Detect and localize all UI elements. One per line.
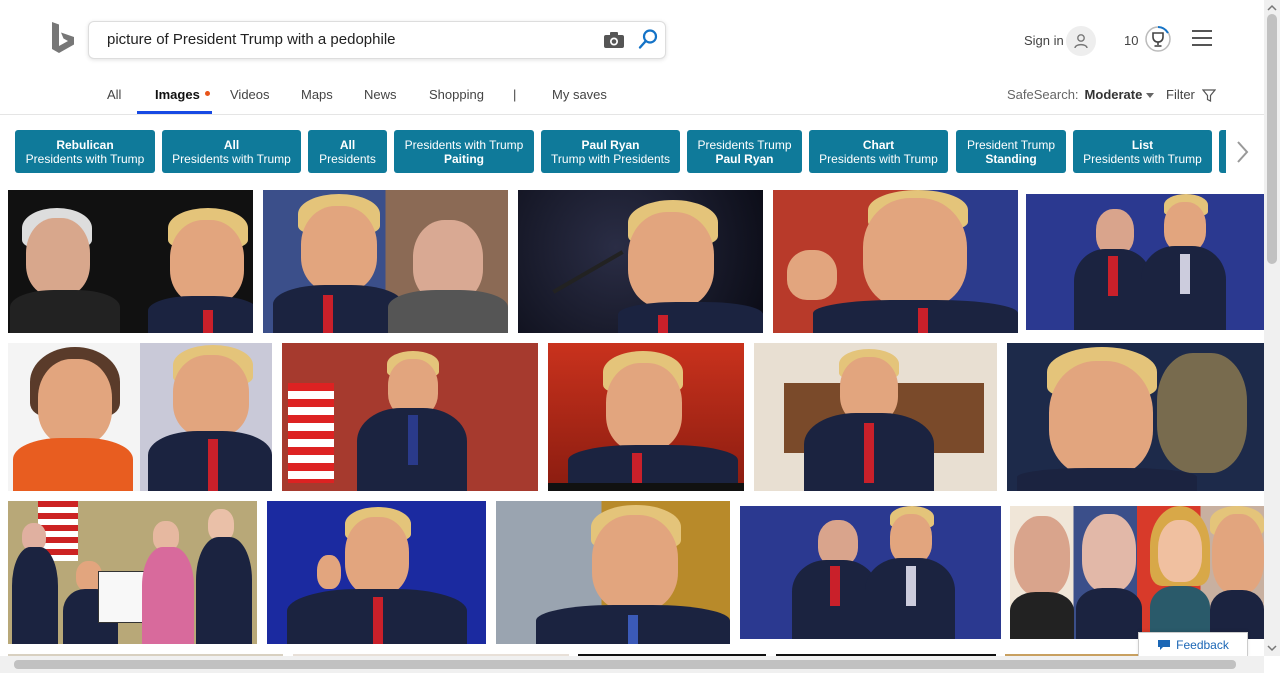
vertical-scrollbar-thumb[interactable] bbox=[1267, 14, 1277, 264]
image-result[interactable] bbox=[282, 343, 538, 491]
tab-my-saves[interactable]: My saves bbox=[552, 87, 607, 102]
filter-icon bbox=[1201, 89, 1216, 103]
image-result[interactable] bbox=[263, 190, 508, 333]
nav-divider: | bbox=[513, 87, 517, 102]
related-search-pill[interactable]: Presidents Trump Paul Ryan bbox=[687, 130, 802, 173]
image-result[interactable] bbox=[1007, 343, 1264, 491]
related-search-pill[interactable]: All Presidents bbox=[308, 130, 387, 173]
image-result[interactable] bbox=[496, 501, 730, 644]
camera-icon[interactable] bbox=[603, 30, 625, 50]
rewards-trophy-icon[interactable] bbox=[1144, 25, 1172, 53]
safesearch-dropdown[interactable]: SafeSearch: Moderate bbox=[1007, 87, 1155, 102]
pill-line2: Presidents with Trump bbox=[25, 151, 145, 166]
image-result[interactable] bbox=[518, 190, 763, 333]
tab-images[interactable]: Images bbox=[155, 87, 210, 102]
pill-line2: Presidents with Trump bbox=[819, 151, 938, 166]
related-searches: Rebulican Presidents with Trump All Presid… bbox=[15, 130, 1226, 173]
pill-line2: Paul Ryan bbox=[715, 151, 774, 166]
pill-line1: Paul Ryan bbox=[581, 137, 640, 152]
horizontal-scrollbar-thumb[interactable] bbox=[14, 660, 1236, 669]
tab-all[interactable]: All bbox=[107, 87, 121, 102]
related-search-pill[interactable]: President Trump Standing bbox=[956, 130, 1066, 173]
safesearch-value: Moderate bbox=[1084, 87, 1143, 102]
tab-news[interactable]: News bbox=[364, 87, 397, 102]
search-box[interactable]: picture of President Trump with a pedoph… bbox=[88, 21, 666, 59]
pill-line1: Rebulican bbox=[56, 137, 114, 152]
image-result[interactable] bbox=[1010, 506, 1264, 639]
pill-line1: Chart bbox=[862, 137, 895, 152]
pill-line1: Presidents Trump bbox=[697, 137, 792, 152]
image-result[interactable] bbox=[8, 343, 272, 491]
scroll-down-icon[interactable] bbox=[1264, 642, 1280, 654]
pill-line1: President Trump bbox=[966, 137, 1056, 152]
image-result[interactable] bbox=[1026, 194, 1264, 330]
image-result[interactable] bbox=[740, 506, 1001, 639]
related-search-pill-partial[interactable] bbox=[1219, 130, 1226, 173]
related-search-pill[interactable]: Presidents with Trump Paiting bbox=[394, 130, 534, 173]
pill-line1: List bbox=[1131, 137, 1154, 152]
feedback-button[interactable]: Feedback bbox=[1138, 632, 1248, 657]
chevron-right-icon[interactable] bbox=[1230, 138, 1254, 166]
search-icon[interactable] bbox=[637, 28, 659, 50]
pill-line2: Presidents bbox=[319, 151, 376, 166]
related-search-pill[interactable]: Rebulican Presidents with Trump bbox=[15, 130, 155, 173]
bing-logo[interactable] bbox=[50, 22, 76, 56]
pill-line2: Presidents with Trump bbox=[172, 151, 291, 166]
header: picture of President Trump with a pedoph… bbox=[0, 0, 1264, 115]
tab-maps[interactable]: Maps bbox=[301, 87, 333, 102]
notification-dot bbox=[204, 91, 210, 97]
pill-line2: Standing bbox=[985, 151, 1037, 166]
pill-line1: Presidents with Trump bbox=[404, 137, 524, 152]
hamburger-menu-icon[interactable] bbox=[1192, 30, 1212, 46]
chevron-down-icon bbox=[1146, 93, 1155, 99]
related-search-pill[interactable]: List Presidents with Trump bbox=[1073, 130, 1212, 173]
related-search-pill[interactable]: Paul Ryan Trump with Presidents bbox=[541, 130, 680, 173]
pill-line2: Paiting bbox=[443, 151, 484, 166]
pill-line1: All bbox=[339, 137, 356, 152]
image-result[interactable] bbox=[8, 190, 253, 333]
scroll-up-icon[interactable] bbox=[1264, 2, 1280, 14]
vertical-scrollbar[interactable] bbox=[1264, 0, 1280, 656]
chat-bubble-icon bbox=[1158, 640, 1171, 650]
safesearch-label: SafeSearch: bbox=[1007, 87, 1079, 102]
filter-button[interactable]: Filter bbox=[1166, 87, 1216, 103]
tab-shopping[interactable]: Shopping bbox=[429, 87, 484, 102]
tab-images-label: Images bbox=[155, 87, 200, 102]
active-tab-underline bbox=[137, 111, 212, 114]
user-icon bbox=[1074, 34, 1088, 49]
related-search-pill[interactable]: Chart Presidents with Trump bbox=[809, 130, 948, 173]
sign-in-link[interactable]: Sign in bbox=[1024, 33, 1064, 48]
image-result[interactable] bbox=[548, 343, 744, 491]
pill-line1: All bbox=[223, 137, 240, 152]
image-result[interactable] bbox=[267, 501, 486, 644]
search-input[interactable]: picture of President Trump with a pedoph… bbox=[107, 31, 396, 48]
related-search-pill[interactable]: All Presidents with Trump bbox=[162, 130, 301, 173]
horizontal-scrollbar[interactable] bbox=[0, 656, 1264, 673]
pill-line2: Presidents with Trump bbox=[1083, 151, 1202, 166]
tab-videos[interactable]: Videos bbox=[230, 87, 270, 102]
pill-line2: Trump with Presidents bbox=[551, 151, 670, 166]
filter-label: Filter bbox=[1166, 87, 1195, 102]
image-result[interactable] bbox=[773, 190, 1018, 333]
feedback-label: Feedback bbox=[1176, 638, 1229, 652]
image-result[interactable] bbox=[754, 343, 997, 491]
image-result[interactable] bbox=[8, 501, 257, 644]
rewards-count: 10 bbox=[1124, 33, 1139, 48]
avatar[interactable] bbox=[1066, 26, 1096, 56]
